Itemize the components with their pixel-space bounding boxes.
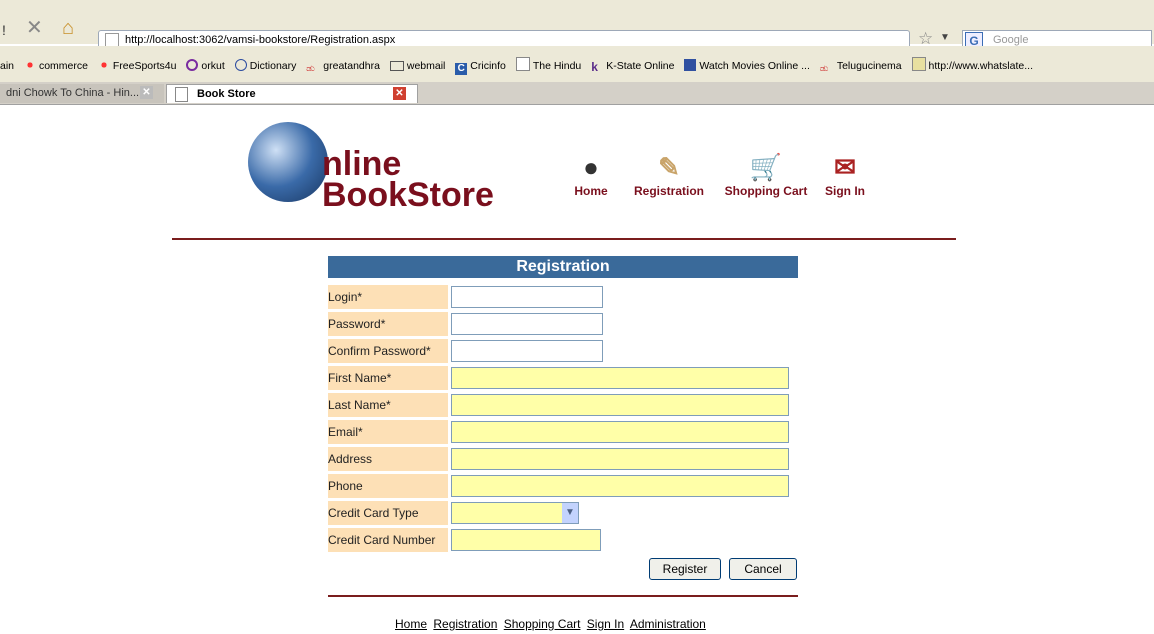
- toolbar-edge-icon: !: [2, 22, 6, 38]
- bookmark-item[interactable]: C Cricinfo: [455, 60, 506, 75]
- bookmark-item[interactable]: commerce: [23, 59, 88, 72]
- globe-icon: ●: [583, 152, 599, 182]
- bookmark-item[interactable]: The Hindu: [515, 57, 581, 72]
- star-burst-icon: [23, 59, 36, 71]
- cancel-button[interactable]: Cancel: [729, 558, 797, 580]
- login-label: Login*: [328, 285, 448, 309]
- bookmark-item[interactable]: FreeSports4u: [97, 59, 177, 72]
- bookmark-item[interactable]: webmail: [389, 60, 445, 72]
- register-button[interactable]: Register: [649, 558, 721, 580]
- tab-other[interactable]: dni Chowk To China - Hin... ✕: [0, 84, 164, 103]
- footer-links: Home Registration Shopping Cart Sign In …: [395, 617, 709, 631]
- chevron-down-icon[interactable]: ▼: [562, 503, 578, 523]
- stop-icon[interactable]: ✕: [26, 18, 43, 38]
- bookmark-item[interactable]: ಡು Telugucinema: [820, 60, 902, 75]
- cricinfo-icon: C: [455, 63, 468, 75]
- footer-divider: [328, 595, 798, 597]
- last-name-label: Last Name*: [328, 393, 448, 417]
- kstate-icon: k: [591, 60, 598, 74]
- email-label: Email*: [328, 420, 448, 444]
- mail-icon: [389, 61, 404, 71]
- nav-registration[interactable]: ✎ Registration: [626, 150, 712, 198]
- first-name-label: First Name*: [328, 366, 448, 390]
- tab-strip: dni Chowk To China - Hin... ✕ Book Store…: [0, 82, 1154, 105]
- nav-home[interactable]: ● Home: [568, 150, 614, 198]
- nav-sign-in[interactable]: ✉ Sign In: [820, 150, 870, 198]
- credit-card-number-label: Credit Card Number: [328, 528, 448, 552]
- tab-book-store[interactable]: Book Store ✕: [166, 84, 418, 103]
- first-name-input[interactable]: [451, 367, 789, 389]
- address-input[interactable]: [451, 448, 789, 470]
- phone-label: Phone: [328, 474, 448, 498]
- cart-icon: 🛒: [749, 152, 783, 182]
- confirm-password-label: Confirm Password*: [328, 339, 448, 363]
- footer-link-registration[interactable]: Registration: [433, 617, 497, 631]
- bookmark-item[interactable]: Watch Movies Online ...: [684, 59, 810, 72]
- whatslate-icon: [911, 57, 926, 71]
- search-placeholder: Google: [993, 34, 1029, 46]
- footer-link-sign-in[interactable]: Sign In: [587, 617, 624, 631]
- address-label: Address: [328, 447, 448, 471]
- confirm-password-input[interactable]: [451, 340, 603, 362]
- bookmark-item[interactable]: orkut: [186, 59, 225, 72]
- credit-card-type-select[interactable]: ▼: [451, 502, 579, 524]
- orkut-icon: [186, 59, 199, 71]
- header-divider: [172, 238, 956, 240]
- bookmark-item[interactable]: k K-State Online: [591, 60, 674, 74]
- movie-icon: [684, 59, 697, 71]
- signin-icon: ✉: [834, 152, 856, 182]
- close-icon[interactable]: ✕: [393, 87, 406, 100]
- page-icon: [175, 87, 188, 102]
- telugucinema-icon: ಡು: [819, 63, 829, 73]
- logo-globe-icon: [248, 122, 328, 202]
- password-input[interactable]: [451, 313, 603, 335]
- bookmark-item[interactable]: ain: [0, 60, 14, 72]
- credit-card-type-label: Credit Card Type: [328, 501, 448, 525]
- bookmark-item[interactable]: Dictionary: [234, 59, 296, 72]
- page-icon: [515, 57, 530, 71]
- window-top-strip: [0, 0, 1154, 12]
- nav-shopping-cart[interactable]: 🛒 Shopping Cart: [716, 150, 816, 198]
- footer-link-administration[interactable]: Administration: [630, 617, 706, 631]
- url-text: http://localhost:3062/vamsi-bookstore/Re…: [125, 34, 396, 46]
- address-dropdown-icon[interactable]: ▼: [940, 32, 950, 43]
- home-icon[interactable]: ⌂: [62, 18, 74, 38]
- login-input[interactable]: [451, 286, 603, 308]
- bookmark-item[interactable]: http://www.whatslate...: [911, 57, 1033, 72]
- star-burst-icon: [97, 59, 110, 71]
- greatandhra-icon: ಡು: [306, 63, 315, 73]
- logo-text: BookStore: [322, 176, 494, 214]
- bookmarks-toolbar: ain commerce FreeSports4u orkut Dictiona…: [0, 46, 1154, 82]
- email-input[interactable]: [451, 421, 789, 443]
- password-label: Password*: [328, 312, 448, 336]
- footer-link-home[interactable]: Home: [395, 617, 427, 631]
- form-title: Registration: [328, 256, 798, 278]
- close-icon[interactable]: ✕: [140, 86, 153, 99]
- dictionary-icon: [234, 59, 247, 71]
- bookmark-item[interactable]: ಡು greatandhra: [306, 60, 380, 75]
- credit-card-number-input[interactable]: [451, 529, 601, 551]
- pen-paper-icon: ✎: [658, 152, 680, 182]
- footer-link-shopping-cart[interactable]: Shopping Cart: [504, 617, 581, 631]
- navigation-toolbar: ! ✕ ⌂ http://localhost:3062/vamsi-bookst…: [0, 12, 1154, 52]
- phone-input[interactable]: [451, 475, 789, 497]
- last-name-input[interactable]: [451, 394, 789, 416]
